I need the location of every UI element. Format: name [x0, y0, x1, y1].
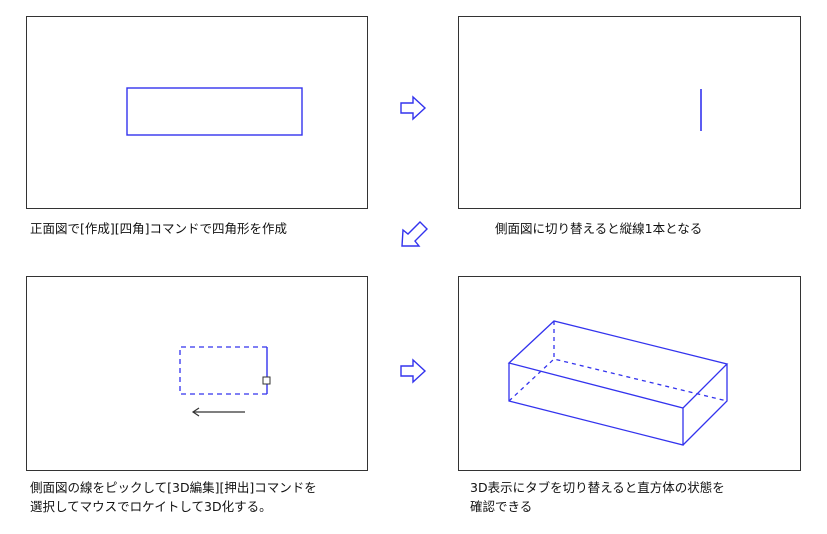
caption-step1: 正面図で[作成][四角]コマンドで四角形を作成 — [30, 219, 287, 238]
pick-handle — [262, 376, 271, 385]
caption-step4-line1: 3D表示にタブを切り替えると直方体の状態を — [470, 480, 725, 495]
extrude-preview-dashed — [179, 346, 267, 395]
caption-step3-line1: 側面図の線をピックして[3D編集][押出]コマンドを — [30, 480, 317, 495]
flow-right-arrow-bottom — [400, 358, 427, 384]
locate-direction-arrow — [191, 407, 245, 417]
caption-step4-line2: 確認できる — [470, 499, 533, 514]
caption-step2: 側面図に切り替えると縦線1本となる — [495, 219, 702, 238]
extrude-canvas — [179, 346, 271, 417]
cuboid-visible-edges — [507, 320, 729, 446]
cuboid — [507, 320, 729, 446]
side-view-canvas — [700, 89, 702, 131]
flow-right-arrow-top — [400, 95, 427, 121]
caption-step2-text: 側面図に切り替えると縦線1本となる — [495, 221, 703, 236]
caption-step3: 側面図の線をピックして[3D編集][押出]コマンドを 選択してマウスでロケイトし… — [30, 478, 317, 516]
front-view-canvas — [126, 87, 303, 136]
3d-view-panel — [458, 276, 801, 471]
side-view-panel — [458, 16, 801, 209]
caption-step3-line2: 選択してマウスでロケイトして3D化する。 — [30, 499, 272, 514]
caption-step1-text: 正面図で[作成][四角]コマンドで四角形を作成 — [30, 221, 288, 236]
front-rectangle — [126, 87, 303, 136]
3d-view-canvas — [507, 320, 729, 446]
extrude-panel — [26, 276, 368, 471]
flow-down-left-arrow — [401, 221, 428, 247]
caption-step4: 3D表示にタブを切り替えると直方体の状態を 確認できる — [470, 478, 725, 516]
front-view-panel — [26, 16, 368, 209]
